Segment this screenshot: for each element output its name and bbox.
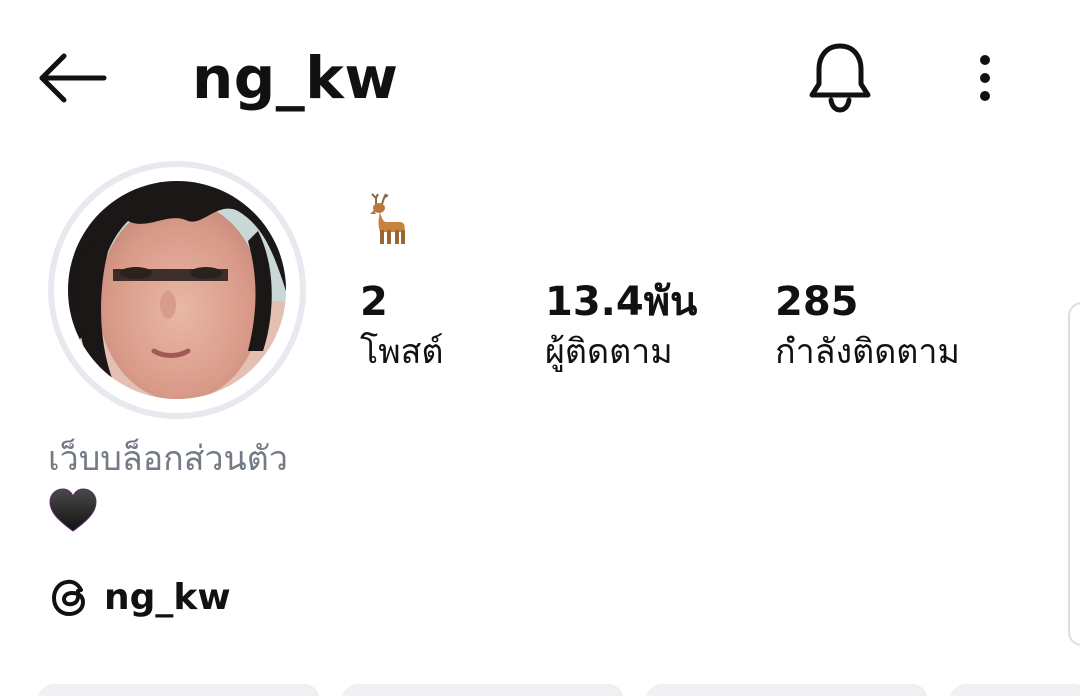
profile-action-button-2[interactable] bbox=[342, 684, 624, 696]
profile-action-button-1[interactable] bbox=[38, 684, 320, 696]
arrow-left-icon bbox=[39, 53, 107, 103]
back-button[interactable] bbox=[36, 48, 108, 108]
black-heart-emoji bbox=[48, 488, 98, 534]
following-stat[interactable]: 285 กำลังติดตาม bbox=[775, 278, 960, 378]
followers-label: ผู้ติดตาม bbox=[545, 332, 673, 372]
posts-stat[interactable]: 2 โพสต์ bbox=[360, 278, 444, 378]
profile-photo bbox=[68, 181, 286, 399]
following-label: กำลังติดตาม bbox=[775, 332, 960, 372]
profile-page: ng_kw 2 โพสต์ 13.4พัน ผู้ติดตาม 285 กำลั… bbox=[0, 0, 1080, 696]
posts-label: โพสต์ bbox=[360, 332, 444, 372]
page-title: ng_kw bbox=[192, 44, 399, 112]
threads-username: ng_kw bbox=[104, 577, 231, 618]
followers-stat[interactable]: 13.4พัน ผู้ติดตาม bbox=[545, 278, 697, 378]
posts-count: 2 bbox=[360, 279, 388, 325]
threads-link[interactable]: ng_kw bbox=[50, 570, 231, 626]
deer-emoji bbox=[362, 192, 408, 246]
followers-count: 13.4พัน bbox=[545, 279, 698, 325]
profile-action-button-3[interactable] bbox=[646, 684, 928, 696]
avatar[interactable] bbox=[68, 181, 286, 399]
side-drawer-handle[interactable] bbox=[1068, 302, 1080, 646]
threads-icon bbox=[51, 579, 86, 617]
notifications-button[interactable] bbox=[805, 40, 875, 114]
more-vertical-icon bbox=[980, 55, 990, 101]
following-count: 285 bbox=[775, 279, 859, 325]
profile-category: เว็บบล็อกส่วนตัว bbox=[48, 439, 288, 479]
profile-action-button-4[interactable] bbox=[950, 684, 1080, 696]
bell-icon bbox=[809, 43, 871, 113]
more-options-button[interactable] bbox=[965, 46, 1005, 110]
